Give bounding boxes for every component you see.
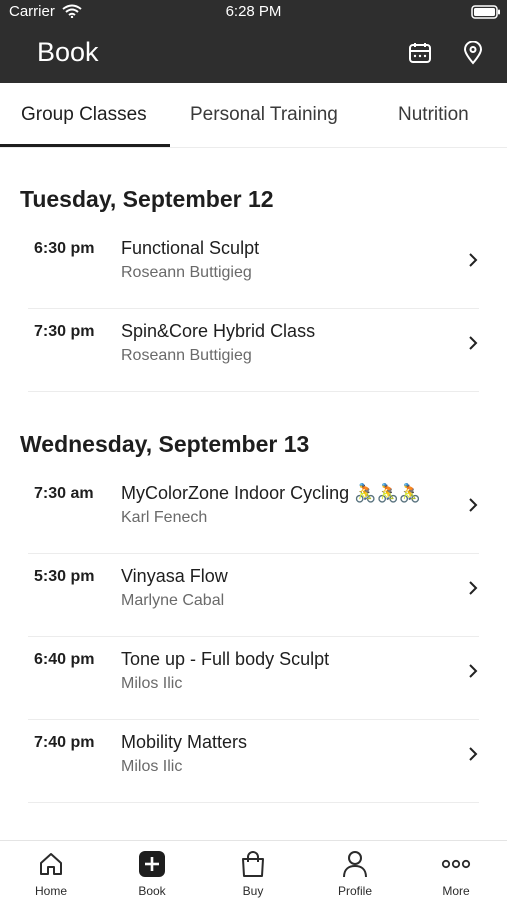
tab-label: Book: [138, 884, 166, 898]
active-tab-indicator: [0, 144, 170, 147]
day-heading: Wednesday, September 13: [20, 431, 310, 457]
page-title: Book: [37, 37, 99, 67]
class-instructor: Milos Ilic: [121, 675, 183, 692]
class-time: 6:30 pm: [34, 240, 95, 257]
tab-personal-training[interactable]: Personal Training: [190, 104, 338, 126]
class-time: 7:30 am: [34, 485, 94, 502]
class-name: Vinyasa Flow: [121, 566, 228, 586]
class-name: Mobility Matters: [121, 732, 248, 752]
class-row[interactable]: 7:30 am MyColorZone Indoor Cycling 🚴🚴🚴 K…: [0, 471, 507, 554]
tab-label: Home: [34, 884, 67, 898]
tab-nutrition[interactable]: Nutrition: [398, 104, 469, 126]
more-icon: [421, 849, 491, 879]
chevron-right-icon: [466, 746, 480, 762]
chevron-right-icon: [466, 335, 480, 351]
class-row[interactable]: 5:30 pm Vinyasa Flow Marlyne Cabal: [0, 554, 507, 637]
class-row[interactable]: 6:30 pm Functional Sculpt Roseann Buttig…: [0, 226, 507, 309]
class-time: 6:40 pm: [34, 651, 95, 668]
tab-buy[interactable]: Buy: [218, 849, 288, 898]
home-icon: [16, 849, 86, 879]
class-time: 7:40 pm: [34, 734, 95, 751]
class-name: Spin&Core Hybrid Class: [121, 321, 316, 341]
book-plus-icon: [117, 849, 187, 879]
class-row[interactable]: 7:30 pm Spin&Core Hybrid Class Roseann B…: [0, 309, 507, 392]
tab-more[interactable]: More: [421, 849, 491, 898]
chevron-right-icon: [466, 663, 480, 679]
class-instructor: Karl Fenech: [121, 509, 208, 526]
location-pin-icon[interactable]: [460, 40, 486, 66]
class-name: MyColorZone Indoor Cycling 🚴🚴🚴: [121, 483, 422, 503]
class-instructor: Marlyne Cabal: [121, 592, 225, 609]
class-instructor: Milos Ilic: [121, 758, 183, 775]
class-time: 7:30 pm: [34, 323, 95, 340]
profile-icon: [320, 849, 390, 879]
class-time: 5:30 pm: [34, 568, 95, 585]
tab-book[interactable]: Book: [117, 849, 187, 898]
shopping-bag-icon: [218, 849, 288, 879]
bottom-tab-bar: Home Book Buy Profile More: [0, 840, 507, 901]
chevron-right-icon: [466, 580, 480, 596]
class-instructor: Roseann Buttigieg: [121, 264, 252, 281]
class-name: Tone up - Full body Sculpt: [121, 649, 330, 669]
class-row[interactable]: 7:40 pm Mobility Matters Milos Ilic: [0, 720, 507, 803]
clock: 6:28 PM: [225, 3, 282, 20]
tab-home[interactable]: Home: [16, 849, 86, 898]
category-tabs: Group Classes Personal Training Nutritio…: [0, 83, 507, 148]
tab-group-classes[interactable]: Group Classes: [21, 104, 147, 126]
header-bar: Book: [0, 24, 507, 83]
row-divider: [28, 802, 479, 803]
tab-label: More: [442, 884, 470, 898]
status-bar: Carrier 6:28 PM: [0, 0, 507, 24]
battery-icon: [471, 5, 501, 23]
class-name: Functional Sculpt: [121, 238, 260, 258]
class-instructor: Roseann Buttigieg: [121, 347, 252, 364]
day-heading: Tuesday, September 12: [20, 186, 274, 212]
tab-profile[interactable]: Profile: [320, 849, 390, 898]
tab-label: Profile: [337, 884, 372, 898]
class-row[interactable]: 6:40 pm Tone up - Full body Sculpt Milos…: [0, 637, 507, 720]
chevron-right-icon: [466, 252, 480, 268]
tab-label: Buy: [242, 884, 264, 898]
calendar-icon[interactable]: [407, 40, 433, 66]
row-divider: [28, 391, 479, 392]
chevron-right-icon: [466, 497, 480, 513]
